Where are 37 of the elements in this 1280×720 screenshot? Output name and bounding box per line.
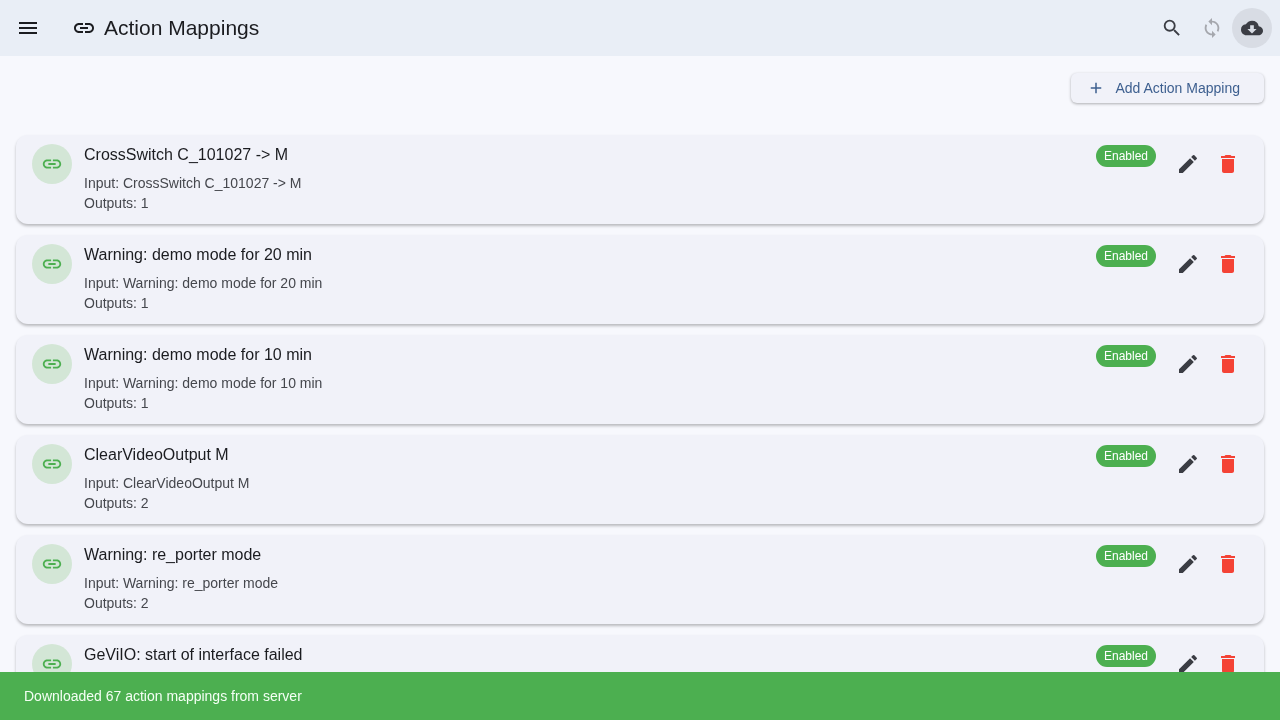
add-action-mapping-button[interactable]: Add Action Mapping [1071, 73, 1264, 103]
link-avatar-icon [32, 244, 72, 284]
mapping-title: CrossSwitch C_101027 -> M [84, 145, 289, 165]
status-badge: Enabled [1095, 145, 1156, 167]
pencil-icon [1176, 352, 1200, 376]
search-icon [1161, 17, 1183, 39]
mapping-title: Warning: demo mode for 10 min [84, 345, 312, 365]
mapping-title: Warning: demo mode for 20 min [84, 245, 312, 265]
link-avatar-icon [32, 544, 72, 584]
outputs-label: Outputs: 1 [84, 194, 149, 213]
pencil-icon [1176, 252, 1200, 276]
mapping-title: GeViIO: start of interface failed [84, 645, 303, 665]
input-label: Input: Warning: re_porter mode [84, 574, 279, 593]
pencil-icon [1176, 452, 1200, 476]
outputs-label: Outputs: 1 [84, 294, 149, 313]
pencil-icon [1176, 152, 1200, 176]
status-badge: Enabled [1095, 345, 1156, 367]
snackbar-message: Downloaded 67 action mappings from server [24, 688, 302, 704]
page-title: Action Mappings [104, 16, 261, 40]
input-label: Input: ClearVideoOutput M [84, 474, 250, 493]
link-avatar-icon [32, 444, 72, 484]
link-avatar-icon [32, 344, 72, 384]
input-label: Input: Warning: demo mode for 10 min [84, 374, 323, 393]
pencil-icon [1176, 552, 1200, 576]
status-badge: Enabled [1095, 545, 1156, 567]
input-label: Input: Warning: demo mode for 20 min [84, 274, 323, 293]
cloud-download-button[interactable] [1232, 8, 1272, 48]
status-badge: Enabled [1095, 645, 1156, 667]
outputs-label: Outputs: 2 [84, 594, 149, 613]
status-badge: Enabled [1095, 245, 1156, 267]
outputs-label: Outputs: 1 [84, 394, 149, 413]
input-label: Input: CrossSwitch C_101027 -> M [84, 174, 302, 193]
mapping-title: ClearVideoOutput M [84, 445, 229, 465]
outputs-label: Outputs: 2 [84, 494, 149, 513]
status-badge: Enabled [1095, 445, 1156, 467]
link-avatar-icon [32, 144, 72, 184]
mapping-title: Warning: re_porter mode [84, 545, 262, 565]
